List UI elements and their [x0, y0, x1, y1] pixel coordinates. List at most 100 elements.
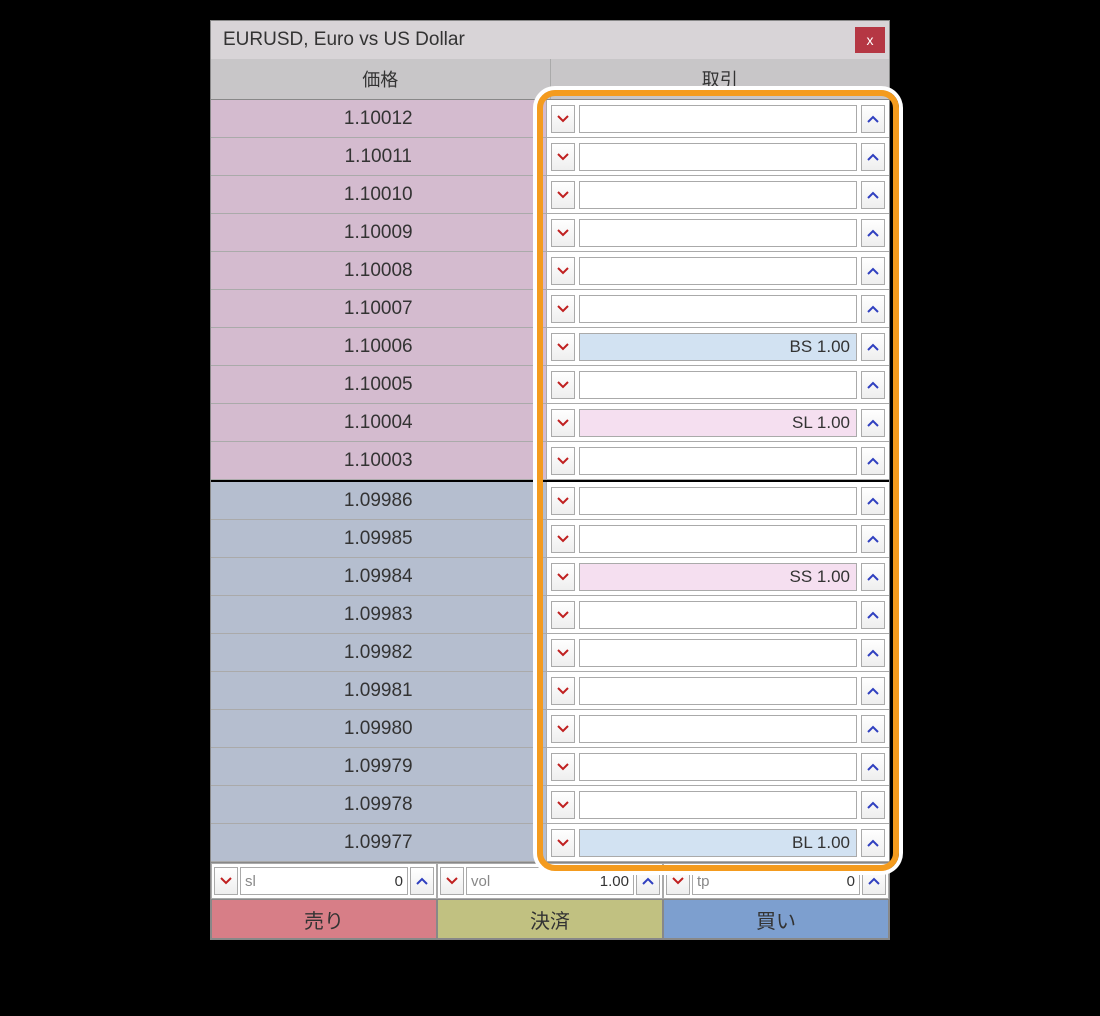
buy-at-price-button[interactable] [861, 829, 885, 857]
buy-at-price-button[interactable] [861, 219, 885, 247]
order-box[interactable] [579, 257, 858, 285]
sell-at-price-button[interactable] [551, 487, 575, 515]
vol-value: 1.00 [600, 873, 629, 890]
sell-at-price-button[interactable] [551, 295, 575, 323]
buy-at-price-button[interactable] [861, 525, 885, 553]
sell-button[interactable]: 売り [211, 899, 437, 939]
order-box[interactable] [579, 639, 858, 667]
order-box[interactable]: SS 1.00 [579, 563, 858, 591]
sell-at-price-button[interactable] [551, 525, 575, 553]
order-box[interactable] [579, 525, 858, 553]
trade-cell: SL 1.00 [547, 404, 890, 441]
order-box[interactable] [579, 295, 858, 323]
sell-at-price-button[interactable] [551, 601, 575, 629]
sell-at-price-button[interactable] [551, 409, 575, 437]
close-button[interactable]: x [855, 27, 885, 53]
sell-at-price-button[interactable] [551, 257, 575, 285]
price-cell[interactable]: 1.09978 [211, 786, 547, 823]
buy-at-price-button[interactable] [861, 409, 885, 437]
sell-at-price-button[interactable] [551, 105, 575, 133]
price-cell[interactable]: 1.09981 [211, 672, 547, 709]
sell-at-price-button[interactable] [551, 563, 575, 591]
price-cell[interactable]: 1.09982 [211, 634, 547, 671]
price-cell[interactable]: 1.09979 [211, 748, 547, 785]
sell-at-price-button[interactable] [551, 791, 575, 819]
ladder-row: 1.10009 [211, 214, 889, 252]
vol-decrement-button[interactable] [440, 867, 464, 895]
price-cell[interactable]: 1.10004 [211, 404, 547, 441]
price-cell[interactable]: 1.10010 [211, 176, 547, 213]
sell-at-price-button[interactable] [551, 181, 575, 209]
price-cell[interactable]: 1.10003 [211, 442, 547, 479]
buy-at-price-button[interactable] [861, 181, 885, 209]
price-cell[interactable]: 1.09983 [211, 596, 547, 633]
order-box[interactable]: BL 1.00 [579, 829, 858, 857]
price-cell[interactable]: 1.09977 [211, 824, 547, 861]
order-box[interactable] [579, 753, 858, 781]
order-box[interactable] [579, 791, 858, 819]
order-box[interactable]: SL 1.00 [579, 409, 858, 437]
vol-increment-button[interactable] [636, 867, 660, 895]
tp-input[interactable]: tp 0 [692, 867, 860, 895]
buy-at-price-button[interactable] [861, 257, 885, 285]
trade-cell [547, 138, 890, 175]
price-cell[interactable]: 1.09986 [211, 482, 547, 519]
sell-at-price-button[interactable] [551, 143, 575, 171]
sell-at-price-button[interactable] [551, 447, 575, 475]
order-box[interactable] [579, 601, 858, 629]
order-box[interactable] [579, 715, 858, 743]
price-cell[interactable]: 1.09985 [211, 520, 547, 557]
sl-decrement-button[interactable] [214, 867, 238, 895]
order-box[interactable] [579, 181, 858, 209]
price-cell[interactable]: 1.10012 [211, 100, 547, 137]
order-box[interactable] [579, 447, 858, 475]
sell-at-price-button[interactable] [551, 753, 575, 781]
buy-at-price-button[interactable] [861, 601, 885, 629]
tp-increment-button[interactable] [862, 867, 886, 895]
price-cell[interactable]: 1.10005 [211, 366, 547, 403]
buy-at-price-button[interactable] [861, 487, 885, 515]
close-all-button[interactable]: 決済 [437, 899, 663, 939]
sell-at-price-button[interactable] [551, 715, 575, 743]
buy-at-price-button[interactable] [861, 295, 885, 323]
tp-decrement-button[interactable] [666, 867, 690, 895]
order-box[interactable] [579, 487, 858, 515]
order-box[interactable] [579, 219, 858, 247]
price-cell[interactable]: 1.10008 [211, 252, 547, 289]
price-cell[interactable]: 1.10006 [211, 328, 547, 365]
price-cell[interactable]: 1.10009 [211, 214, 547, 251]
buy-button[interactable]: 買い [663, 899, 889, 939]
sell-at-price-button[interactable] [551, 639, 575, 667]
buy-at-price-button[interactable] [861, 639, 885, 667]
sl-input[interactable]: sl 0 [240, 867, 408, 895]
sl-increment-button[interactable] [410, 867, 434, 895]
buy-at-price-button[interactable] [861, 791, 885, 819]
tp-stepper[interactable]: tp 0 [663, 863, 889, 899]
sell-at-price-button[interactable] [551, 829, 575, 857]
buy-at-price-button[interactable] [861, 333, 885, 361]
buy-at-price-button[interactable] [861, 371, 885, 399]
buy-at-price-button[interactable] [861, 753, 885, 781]
buy-at-price-button[interactable] [861, 143, 885, 171]
buy-at-price-button[interactable] [861, 677, 885, 705]
sell-at-price-button[interactable] [551, 219, 575, 247]
order-box[interactable] [579, 371, 858, 399]
order-box[interactable] [579, 143, 858, 171]
order-box[interactable] [579, 105, 858, 133]
price-cell[interactable]: 1.10007 [211, 290, 547, 327]
buy-at-price-button[interactable] [861, 715, 885, 743]
vol-stepper[interactable]: vol 1.00 [437, 863, 663, 899]
buy-at-price-button[interactable] [861, 563, 885, 591]
vol-input[interactable]: vol 1.00 [466, 867, 634, 895]
price-cell[interactable]: 1.10011 [211, 138, 547, 175]
price-cell[interactable]: 1.09984 [211, 558, 547, 595]
sl-stepper[interactable]: sl 0 [211, 863, 437, 899]
buy-at-price-button[interactable] [861, 447, 885, 475]
buy-at-price-button[interactable] [861, 105, 885, 133]
sell-at-price-button[interactable] [551, 371, 575, 399]
sell-at-price-button[interactable] [551, 333, 575, 361]
price-cell[interactable]: 1.09980 [211, 710, 547, 747]
order-box[interactable]: BS 1.00 [579, 333, 858, 361]
order-box[interactable] [579, 677, 858, 705]
sell-at-price-button[interactable] [551, 677, 575, 705]
